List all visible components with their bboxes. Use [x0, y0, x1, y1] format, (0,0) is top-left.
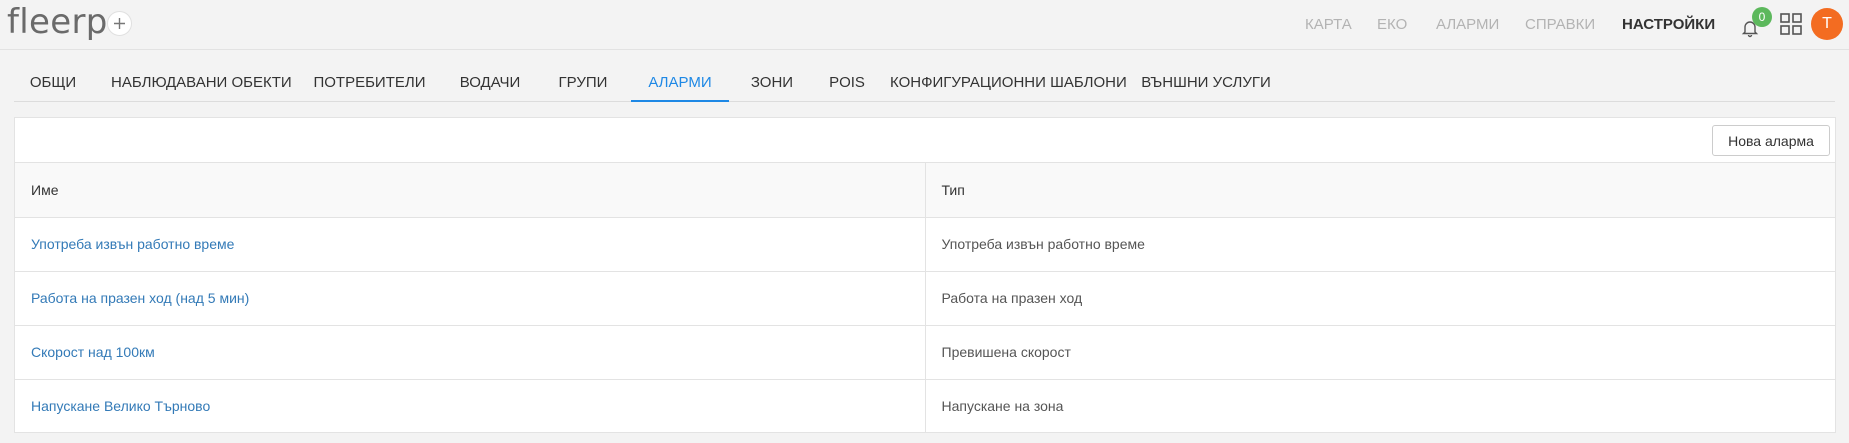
- table-header-row: Име Тип: [15, 163, 1835, 218]
- tab-zones[interactable]: ЗОНИ: [743, 66, 801, 102]
- tab-config-templates[interactable]: КОНФИГУРАЦИОННИ ШАБЛОНИ: [890, 66, 1127, 102]
- alarm-type-cell: Работа на празен ход: [925, 271, 1835, 326]
- table-row: Напускане Велико Търново Напускане на зо…: [15, 379, 1835, 433]
- alarm-name-link[interactable]: Скорост над 100км: [31, 344, 155, 360]
- alarm-name-link[interactable]: Употреба извън работно време: [31, 236, 234, 252]
- settings-tabs: ОБЩИ НАБЛЮДАВАНИ ОБЕКТИ ПОТРЕБИТЕЛИ ВОДА…: [14, 66, 1835, 102]
- tab-alarms[interactable]: АЛАРМИ: [631, 66, 729, 102]
- nav-alarms[interactable]: АЛАРМИ: [1436, 16, 1499, 34]
- alarm-name-link[interactable]: Напускане Велико Търново: [31, 398, 210, 414]
- alarm-type-cell: Напускане на зона: [941, 398, 1064, 415]
- panel-toolbar: Нова аларма: [15, 118, 1835, 163]
- nav-reports[interactable]: СПРАВКИ: [1525, 16, 1595, 34]
- user-avatar[interactable]: T: [1811, 8, 1843, 40]
- tab-monitored-objects[interactable]: НАБЛЮДАВАНИ ОБЕКТИ: [111, 66, 292, 102]
- add-button[interactable]: [107, 11, 132, 36]
- new-alarm-button[interactable]: Нова аларма: [1712, 125, 1830, 156]
- tab-groups[interactable]: ГРУПИ: [549, 66, 617, 102]
- tab-external-services[interactable]: ВЪНШНИ УСЛУГИ: [1131, 66, 1281, 102]
- nav-eco[interactable]: ЕКО: [1377, 16, 1407, 34]
- notification-badge: 0: [1752, 7, 1772, 27]
- table-row: Употреба извън работно време Употреба из…: [15, 217, 1835, 272]
- table-row: Скорост над 100км Превишена скорост: [15, 325, 1835, 380]
- tab-users[interactable]: ПОТРЕБИТЕЛИ: [307, 66, 432, 102]
- tab-pois[interactable]: POIS: [824, 66, 870, 102]
- app-logo[interactable]: fleerp: [7, 2, 108, 42]
- alarm-type-cell: Употреба извън работно време: [925, 217, 1835, 272]
- tab-general[interactable]: ОБЩИ: [14, 66, 92, 102]
- apps-grid-icon[interactable]: [1780, 13, 1802, 35]
- tab-drivers[interactable]: ВОДАЧИ: [451, 66, 529, 102]
- nav-settings[interactable]: НАСТРОЙКИ: [1622, 16, 1715, 34]
- alarm-name-link[interactable]: Работа на празен ход (над 5 мин): [31, 290, 249, 306]
- alarms-table: Име Тип Употреба извън работно време Упо…: [15, 163, 1835, 433]
- alarms-panel: Нова аларма Име Тип Употреба извън работ…: [14, 117, 1836, 433]
- column-header-name[interactable]: Име: [15, 163, 926, 218]
- plus-icon: [114, 18, 125, 29]
- top-bar: fleerp КАРТА ЕКО АЛАРМИ СПРАВКИ НАСТРОЙК…: [0, 0, 1849, 50]
- table-row: Работа на празен ход (над 5 мин) Работа …: [15, 271, 1835, 326]
- column-header-type[interactable]: Тип: [925, 163, 1835, 218]
- alarm-type-cell: Превишена скорост: [925, 325, 1835, 380]
- nav-map[interactable]: КАРТА: [1305, 16, 1352, 34]
